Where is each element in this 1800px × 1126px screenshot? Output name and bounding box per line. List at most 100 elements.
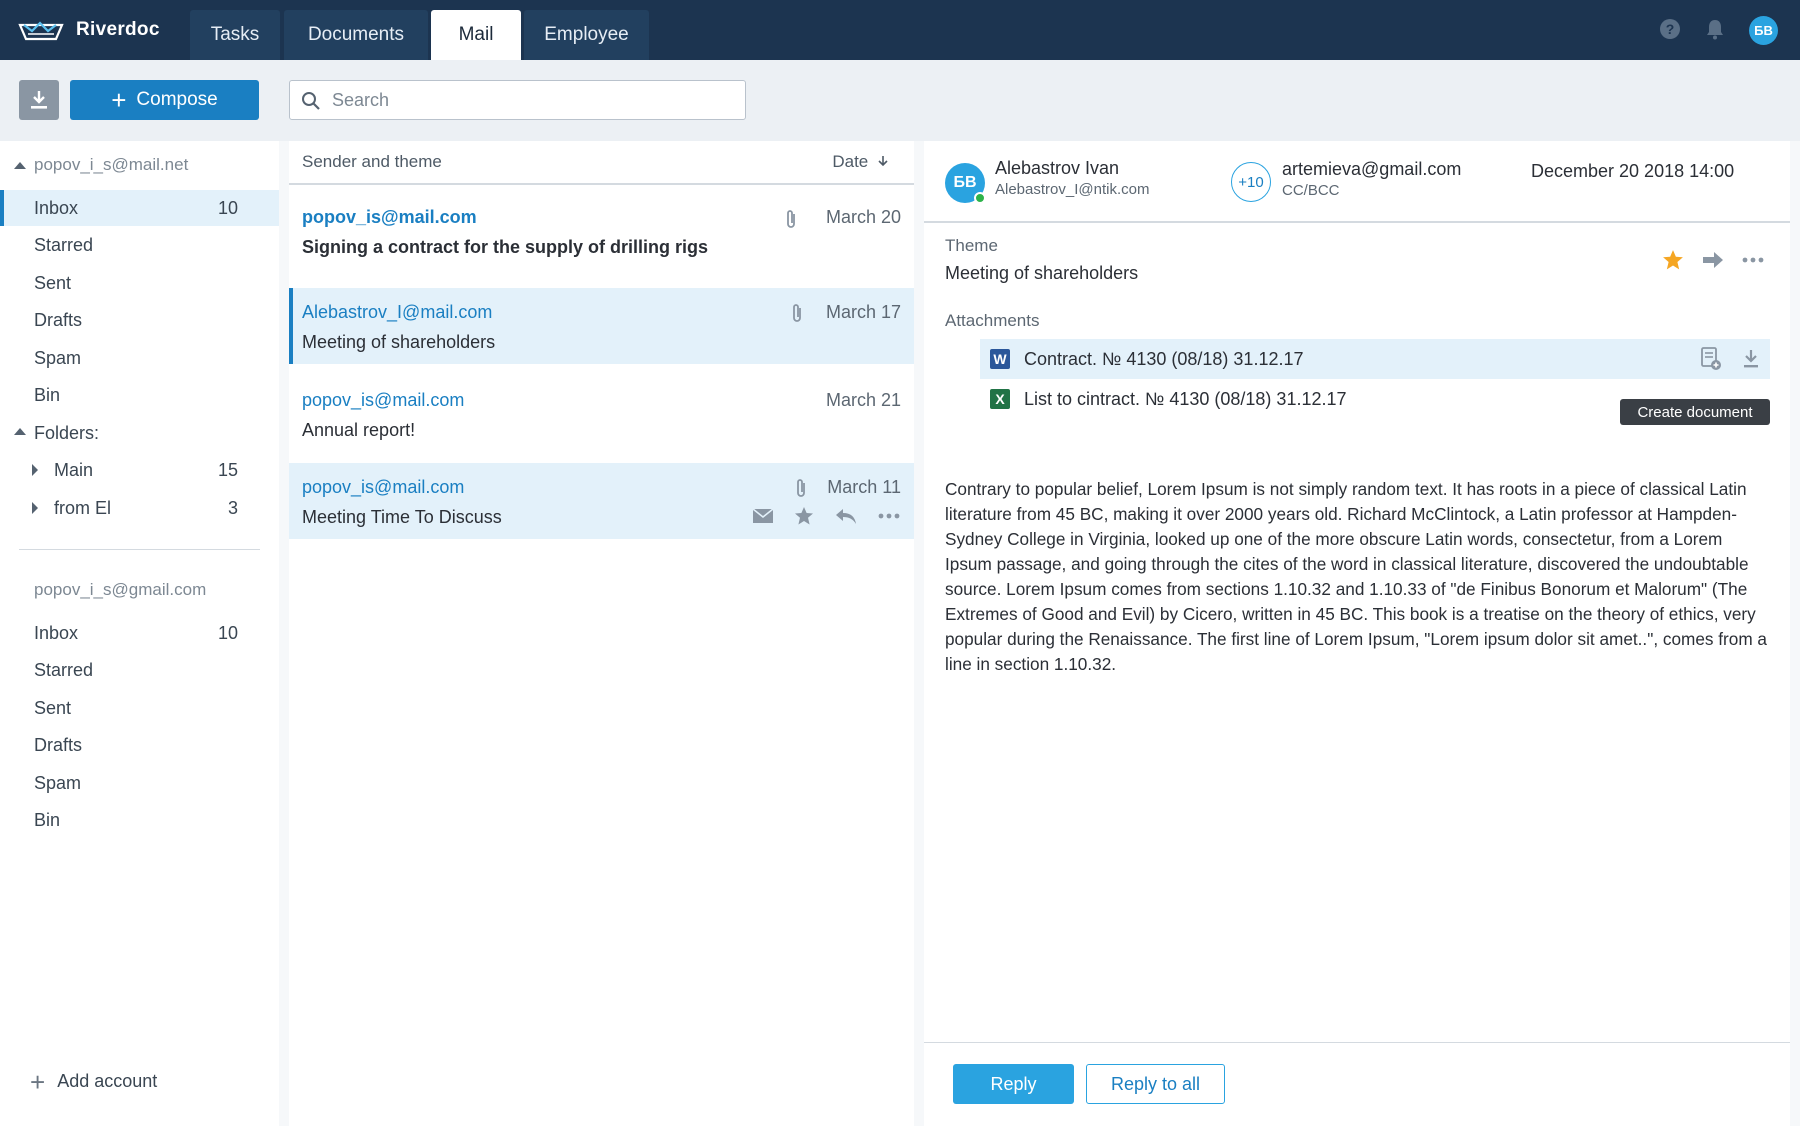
sidebar-item-drafts[interactable]: Drafts (0, 727, 279, 763)
more-options-icon[interactable] (1742, 257, 1764, 263)
tab-employee[interactable]: Employee (524, 10, 649, 60)
mail-row-actions (752, 506, 900, 526)
more-recipients-badge[interactable]: +10 (1231, 162, 1271, 202)
column-date[interactable]: Date (832, 152, 889, 172)
reply-button[interactable]: Reply (953, 1064, 1074, 1104)
excel-file-icon: X (990, 389, 1010, 409)
mail-date: March 21 (825, 390, 901, 410)
mail-row[interactable]: popov_is@mail.com March 20 Signing a con… (289, 186, 914, 270)
folder-main[interactable]: Main 15 (0, 452, 279, 488)
sidebar-item-inbox[interactable]: Inbox 10 (0, 615, 279, 651)
column-sender-theme[interactable]: Sender and theme (302, 152, 442, 172)
tooltip: Create document (1620, 399, 1770, 425)
create-document-icon[interactable] (1700, 347, 1722, 371)
compose-button[interactable]: + Compose (70, 80, 259, 120)
sort-down-icon (878, 156, 888, 167)
mail-subject: Signing a contract for the supply of dri… (302, 237, 709, 257)
mail-body: Contrary to popular belief, Lorem Ipsum … (945, 479, 1767, 674)
sidebar-item-label: Inbox (34, 622, 79, 643)
sidebar-item-starred[interactable]: Starred (0, 652, 279, 688)
sidebar-item-bin[interactable]: Bin (0, 377, 279, 413)
reader-header: БВ Alebastrov Ivan Alebastrov_I@ntik.com… (924, 141, 1790, 223)
more-options-icon[interactable] (878, 513, 900, 519)
folder-label: Main (54, 459, 94, 480)
tab-mail[interactable]: Mail (431, 10, 521, 60)
mail-list: Sender and theme Date popov_is@mail.com … (289, 141, 914, 1126)
attachment-name: Contract. № 4130 (08/18) 31.12.17 (1024, 348, 1304, 369)
search-input[interactable] (332, 87, 732, 113)
account-email[interactable]: popov_i_s@mail.net (34, 155, 188, 175)
tab-tasks[interactable]: Tasks (190, 10, 280, 60)
sidebar-item-label: Spam (34, 772, 82, 793)
download-icon (31, 91, 47, 109)
sidebar-item-label: Inbox (34, 197, 79, 218)
word-file-icon: W (990, 349, 1010, 369)
mail-theme: Meeting of shareholders (945, 263, 1139, 283)
mail-sender: Alebastrov_I@mail.com (302, 302, 493, 322)
attachment-actions (1700, 347, 1760, 371)
divider (19, 549, 260, 550)
reader-actions (1662, 249, 1764, 271)
mail-sender: popov_is@mail.com (302, 390, 465, 410)
help-icon[interactable]: ? (1658, 17, 1682, 41)
download-button[interactable] (19, 80, 59, 120)
download-icon[interactable] (1742, 348, 1760, 370)
boat-logo-icon (18, 21, 64, 41)
mail-sender: popov_is@mail.com (302, 207, 477, 227)
paperclip-icon (787, 210, 795, 228)
user-avatar[interactable]: БВ (1749, 16, 1778, 45)
sidebar-item-inbox[interactable]: Inbox 10 (0, 190, 279, 226)
cc-bcc-label[interactable]: CC/BCC (1282, 182, 1340, 199)
sidebar-item-starred[interactable]: Starred (0, 227, 279, 263)
sidebar-item-label: Starred (34, 659, 94, 680)
mail-subject: Meeting of shareholders (302, 332, 496, 352)
add-account-label: Add account (57, 1071, 158, 1091)
add-account-button[interactable]: + Add account (30, 1069, 158, 1095)
expand-caret-icon[interactable] (32, 464, 38, 476)
folder-from-el[interactable]: from El 3 (0, 490, 279, 526)
tab-documents[interactable]: Documents (284, 10, 428, 60)
mail-toolbar: + Compose (0, 60, 1800, 141)
sidebar-item-sent[interactable]: Sent (0, 690, 279, 726)
recipient-email: artemieva@gmail.com (1282, 159, 1462, 179)
reply-icon[interactable] (834, 507, 858, 525)
mail-sender: popov_is@mail.com (302, 477, 465, 497)
app-name: Riverdoc (76, 19, 160, 40)
mail-date: March 11 (827, 477, 901, 497)
forward-icon[interactable] (1702, 251, 1724, 269)
star-icon[interactable] (794, 506, 814, 526)
collapse-caret-icon[interactable] (14, 162, 26, 169)
sidebar-item-label: Spam (34, 347, 82, 368)
sidebar-item-sent[interactable]: Sent (0, 265, 279, 301)
paperclip-icon (793, 304, 801, 322)
mail-row-hovered[interactable]: popov_is@mail.com March 11 Meeting Time … (289, 463, 914, 539)
attachments-label: Attachments (945, 311, 1040, 330)
mail-date: March 20 (825, 207, 901, 227)
sidebar-item-bin[interactable]: Bin (0, 802, 279, 838)
sidebar-item-spam[interactable]: Spam (0, 765, 279, 801)
search-icon (302, 92, 320, 110)
app-logo[interactable]: Riverdoc (18, 14, 160, 46)
mail-date: March 17 (825, 302, 901, 322)
mark-read-envelope-icon[interactable] (752, 508, 774, 524)
sidebar-item-drafts[interactable]: Drafts (0, 302, 279, 338)
mail-subject: Annual report! (302, 420, 416, 440)
svg-text:?: ? (1666, 21, 1675, 37)
sidebar-item-spam[interactable]: Spam (0, 340, 279, 376)
search-box[interactable] (289, 80, 746, 120)
reader-footer: Reply Reply to all (924, 1042, 1790, 1126)
mail-row-selected[interactable]: Alebastrov_I@mail.com March 17 Meeting o… (289, 288, 914, 364)
sidebar-item-label: Sent (34, 697, 72, 718)
mail-reader: БВ Alebastrov Ivan Alebastrov_I@ntik.com… (924, 141, 1790, 1126)
bell-icon[interactable] (1703, 17, 1727, 41)
expand-caret-icon[interactable] (32, 502, 38, 514)
mail-row[interactable]: popov_is@mail.com March 21 Annual report… (289, 376, 914, 452)
folders-header[interactable]: Folders: (0, 415, 279, 451)
unread-count: 10 (217, 197, 238, 218)
star-icon[interactable] (1662, 249, 1684, 271)
attachment-row[interactable]: W Contract. № 4130 (08/18) 31.12.17 (980, 339, 1770, 379)
sidebar-item-label: Sent (34, 272, 72, 293)
reply-all-button[interactable]: Reply to all (1086, 1064, 1225, 1104)
account-email[interactable]: popov_i_s@gmail.com (34, 580, 206, 600)
mail-sidebar: popov_i_s@mail.net Inbox 10 Starred Sent… (0, 141, 279, 1126)
